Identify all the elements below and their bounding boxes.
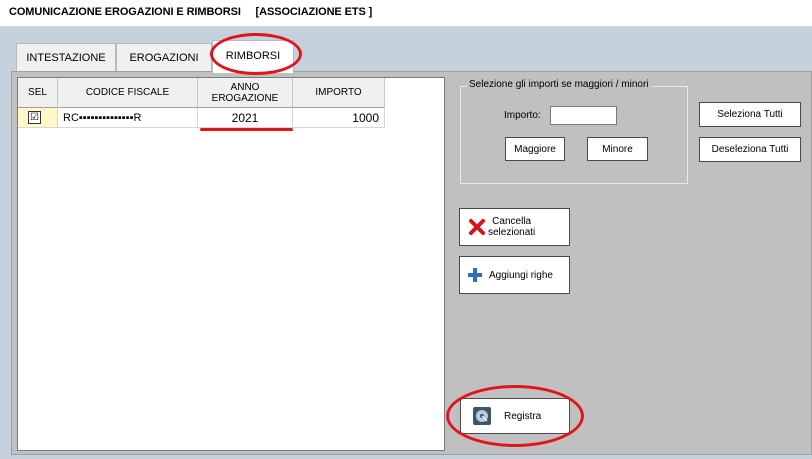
header-label: IMPORTO xyxy=(315,87,362,98)
button-label: Registra xyxy=(504,410,542,422)
header-label: ANNO xyxy=(230,81,260,93)
button-label: Maggiore xyxy=(514,143,556,155)
button-label: Minore xyxy=(602,143,633,155)
header-label: SEL xyxy=(28,87,47,98)
button-label: selezionati xyxy=(488,227,536,238)
row-sel-cell[interactable]: ☑ xyxy=(18,108,58,128)
minore-button[interactable]: Minore xyxy=(587,137,648,161)
row-checkbox[interactable]: ☑ xyxy=(28,111,41,124)
check-icon: ☑ xyxy=(30,111,39,123)
registra-button[interactable]: Registra xyxy=(460,398,570,434)
header-label: EROGAZIONE xyxy=(211,92,279,104)
window-titlebar: COMUNICAZIONE EROGAZIONI E RIMBORSI [ASS… xyxy=(0,0,812,27)
tab-intestazione[interactable]: INTESTAZIONE xyxy=(16,43,116,71)
importo-input[interactable] xyxy=(550,106,617,125)
row-codice-fiscale[interactable]: RC▪▪▪▪▪▪▪▪▪▪▪▪▪▪R xyxy=(58,108,198,128)
close-icon xyxy=(468,218,486,236)
header-label: CODICE FISCALE xyxy=(85,87,170,98)
button-label: Cancella xyxy=(492,216,532,227)
rimborsi-grid[interactable]: SEL CODICE FISCALE ANNO EROGAZIONE IMPOR… xyxy=(17,77,445,451)
column-header-sel[interactable]: SEL xyxy=(18,78,58,108)
button-label: Deseleziona Tutti xyxy=(711,144,789,155)
column-header-anno-erogazione[interactable]: ANNO EROGAZIONE xyxy=(198,78,293,108)
button-label: Seleziona Tutti xyxy=(717,109,783,120)
selection-groupbox xyxy=(460,86,688,184)
tab-label: RIMBORSI xyxy=(225,50,281,62)
button-label: Aggiungi righe xyxy=(489,269,553,281)
cell-text: 2021 xyxy=(231,110,259,125)
tab-rimborsi[interactable]: RIMBORSI xyxy=(212,40,294,73)
seleziona-tutti-button[interactable]: Seleziona Tutti xyxy=(699,102,801,127)
column-header-importo[interactable]: IMPORTO xyxy=(293,78,385,108)
annotation-underline-anno xyxy=(200,128,293,131)
tab-erogazioni[interactable]: EROGAZIONI xyxy=(116,43,212,71)
cancella-selezionati-button[interactable]: Cancella selezionati xyxy=(459,208,570,246)
cell-text: RC▪▪▪▪▪▪▪▪▪▪▪▪▪▪R xyxy=(63,111,142,124)
row-importo[interactable]: 1000 xyxy=(293,108,385,128)
plus-icon xyxy=(467,267,483,283)
row-anno[interactable]: 2021 xyxy=(198,108,293,128)
selection-group-title: Selezione gli importi se maggiori / mino… xyxy=(467,79,651,90)
button-label-group: Cancella selezionati xyxy=(488,216,535,238)
tab-label: EROGAZIONI xyxy=(129,52,199,64)
column-header-codice-fiscale[interactable]: CODICE FISCALE xyxy=(58,78,198,108)
tab-label: INTESTAZIONE xyxy=(26,52,106,64)
grid-header: SEL CODICE FISCALE ANNO EROGAZIONE IMPOR… xyxy=(18,78,444,108)
disk-icon xyxy=(472,406,492,426)
cell-text: 1000 xyxy=(352,110,379,125)
aggiungi-righe-button[interactable]: Aggiungi righe xyxy=(459,256,570,294)
window-title: COMUNICAZIONE EROGAZIONI E RIMBORSI [ASS… xyxy=(9,6,373,18)
deseleziona-tutti-button[interactable]: Deseleziona Tutti xyxy=(699,137,801,162)
importo-label: Importo: xyxy=(504,110,541,121)
maggiore-button[interactable]: Maggiore xyxy=(505,137,565,161)
